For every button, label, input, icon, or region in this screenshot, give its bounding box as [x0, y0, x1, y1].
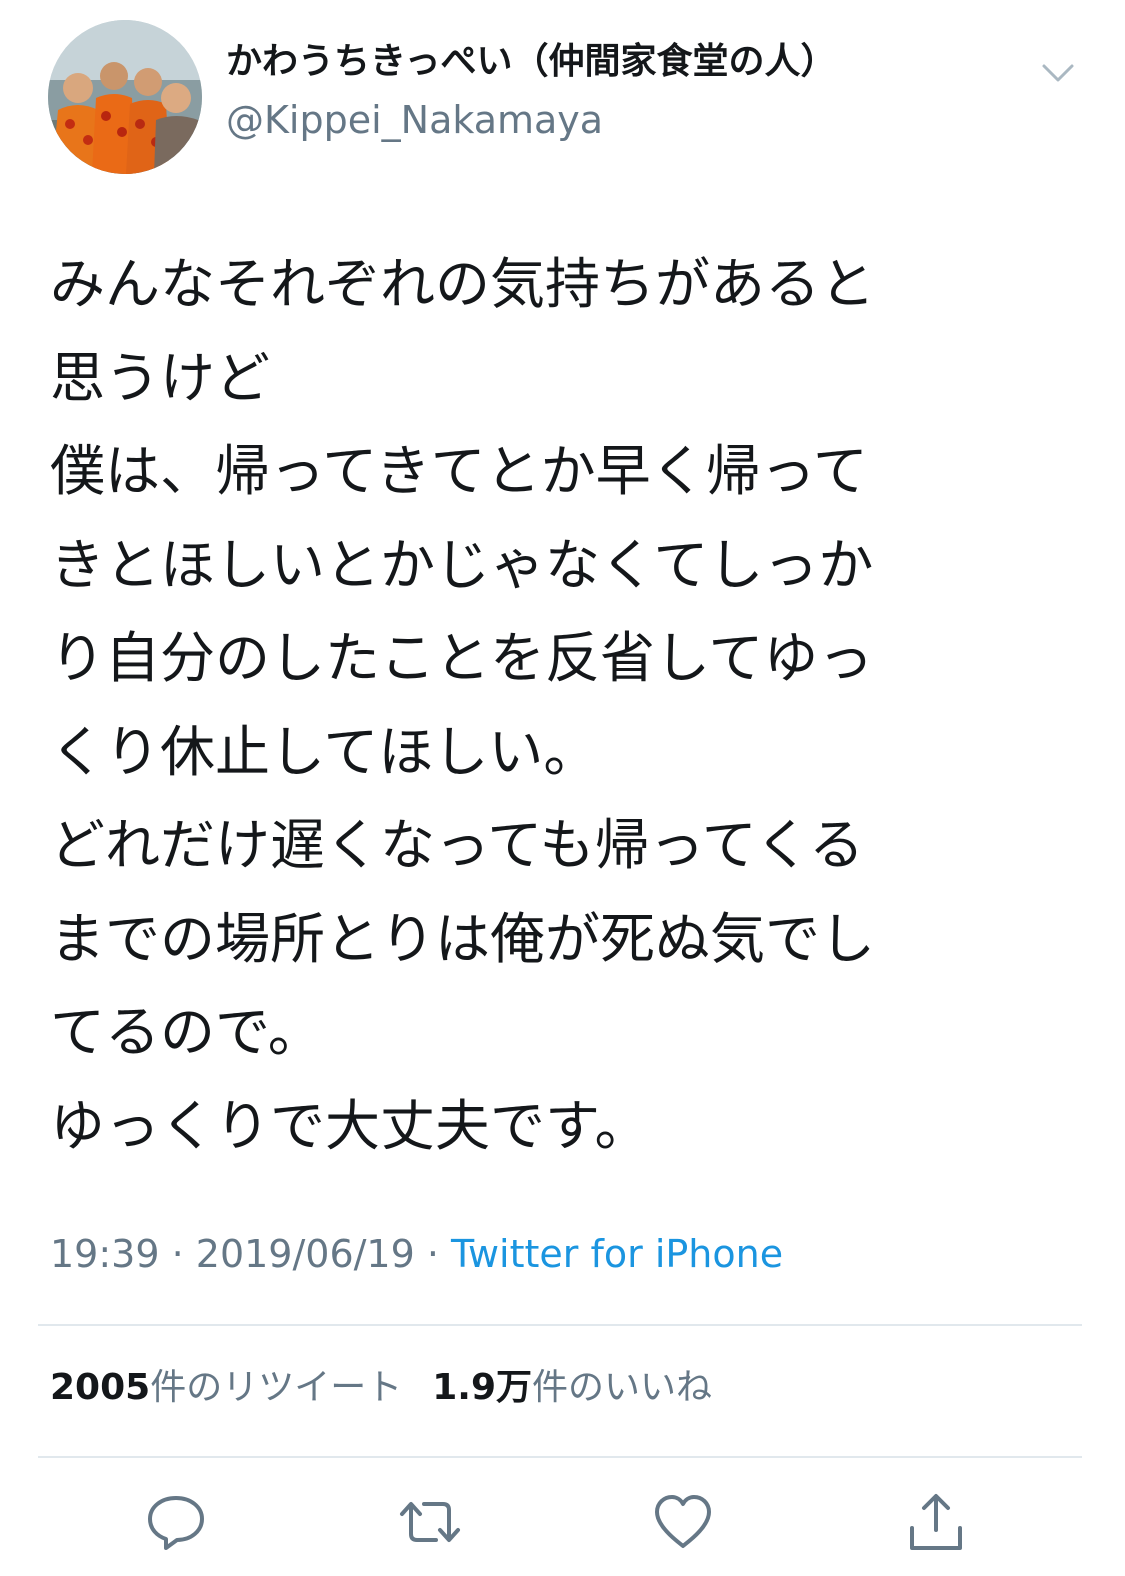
- like-stat[interactable]: 1.9万件のいいね: [432, 1367, 712, 1408]
- tweet-text: みんなそれぞれの気持ちがあると 思うけど 僕は、帰ってきてとか早く帰って きとほ…: [50, 238, 1090, 1173]
- engagement-stats: 2005件のリツイート 1.9万件のいいね: [50, 1366, 712, 1409]
- user-handle[interactable]: @Kippei_Nakamaya: [226, 98, 603, 144]
- tweet-line: までの場所とりは俺が死ぬ気でし: [50, 906, 876, 971]
- chevron-down-icon[interactable]: [1036, 56, 1080, 90]
- heart-icon[interactable]: [651, 1490, 715, 1554]
- tweet-meta: 19:39 · 2019/06/19 · Twitter for iPhone: [50, 1232, 783, 1278]
- tweet-line: 僕は、帰ってきてとか早く帰って: [50, 439, 868, 503]
- tweet-line: みんなそれぞれの気持ちがあると: [50, 252, 876, 316]
- retweet-icon[interactable]: [398, 1490, 462, 1554]
- meta-separator: ·: [159, 1232, 196, 1276]
- share-icon[interactable]: [904, 1490, 968, 1554]
- retweet-label: 件のリツイート: [150, 1367, 403, 1408]
- tweet-date[interactable]: 2019/06/19: [196, 1232, 415, 1276]
- tweet-line: くり休止してほしい。: [50, 719, 599, 784]
- meta-separator: ·: [414, 1232, 452, 1276]
- tweet-line: ゆっくりで大丈夫です。: [50, 1093, 650, 1158]
- like-count: 1.9万: [432, 1367, 532, 1408]
- tweet-line: り自分のしたことを反省してゆっ: [50, 626, 874, 690]
- tweet-line: どれだけ遅くなっても帰ってくる: [50, 813, 865, 877]
- avatar[interactable]: [48, 20, 202, 174]
- divider: [38, 1456, 1082, 1458]
- tweet-source-link[interactable]: Twitter for iPhone: [451, 1232, 783, 1276]
- tweet-line: てるので。: [50, 1000, 323, 1064]
- display-name[interactable]: かわうちきっぺい（仲間家食堂の人）: [226, 40, 837, 83]
- like-label: 件のいいね: [532, 1367, 713, 1408]
- tweet-line: 思うけど: [50, 345, 271, 410]
- divider: [38, 1324, 1082, 1326]
- retweet-stat[interactable]: 2005件のリツイート: [50, 1367, 402, 1408]
- tweet-line: きとほしいとかじゃなくてしっか: [50, 532, 874, 597]
- reply-icon[interactable]: [144, 1490, 208, 1554]
- tweet-time[interactable]: 19:39: [50, 1232, 160, 1276]
- retweet-count: 2005: [50, 1367, 151, 1408]
